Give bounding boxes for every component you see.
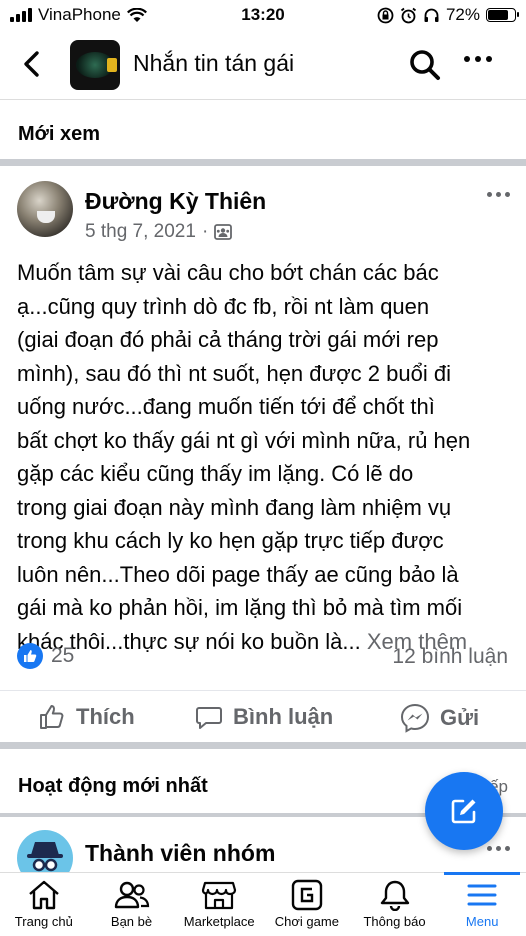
section-divider [0, 742, 526, 749]
send-label: Gửi [440, 705, 480, 730]
post-line: trong khu cách ly ko hẹn gặp trực tiếp đ… [17, 528, 444, 553]
nav-marketplace[interactable]: Marketplace [175, 873, 263, 936]
back-arrow-icon[interactable] [20, 50, 44, 78]
comment-button[interactable]: Bình luận [195, 703, 333, 731]
like-count: 25 [51, 644, 75, 667]
post-actions: Thích Bình luận Gửi [0, 690, 526, 742]
section-divider [0, 159, 526, 166]
messenger-icon [400, 703, 430, 733]
nav-menu[interactable]: Menu [438, 872, 526, 936]
post-line: gặp các kiểu cũng thấy im lặng. Có lẽ do [17, 461, 414, 486]
friends-icon [114, 881, 149, 909]
meta-separator: · [201, 221, 209, 242]
post-line: luôn nên...Theo dõi page thấy ae cũng bả… [17, 561, 459, 587]
section-label: Mới xem [18, 123, 101, 145]
nav-gaming[interactable]: Chơi game [263, 873, 351, 936]
battery-percent: 72% [445, 5, 480, 24]
nav-home[interactable]: Trang chủ [0, 873, 88, 936]
status-bar: VinaPhone 13:20 72% [0, 0, 526, 30]
comment-count[interactable]: 12 bình luận [392, 645, 508, 669]
edit-icon [451, 799, 476, 824]
search-icon[interactable] [408, 48, 442, 82]
like-reaction-icon [17, 643, 43, 669]
alarm-icon [400, 7, 417, 23]
marketplace-icon [202, 881, 237, 910]
comment-label: Bình luận [233, 704, 334, 729]
group-header: Nhắn tin tán gái [0, 30, 526, 100]
nav-friends[interactable]: Bạn bè [88, 873, 176, 936]
section-label: Hoạt động mới nhất [18, 775, 208, 797]
comment-icon [196, 707, 222, 729]
headphones-icon [424, 8, 439, 22]
group-title[interactable]: Nhắn tin tán gái [133, 50, 294, 77]
nav-friends-label: Bạn bè [110, 914, 153, 929]
post-options-icon[interactable] [487, 192, 510, 197]
more-options-icon[interactable] [464, 56, 492, 62]
post-line: ạ...cũng quy trình dò đc fb, rồi nt làm … [17, 293, 430, 319]
post-author[interactable]: Đường Kỳ Thiên [85, 188, 266, 215]
nav-notifications-label: Thông báo [363, 914, 426, 929]
bell-icon [380, 880, 409, 911]
post-date[interactable]: 5 thg 7, 2021 [85, 221, 196, 243]
group-members-label[interactable]: Thành viên nhóm [85, 840, 275, 867]
post-line: bất chợt ko thấy gái nt gì với mình nữa,… [17, 427, 471, 453]
bottom-nav: Trang chủ Bạn bè Marketplace Chơi game T… [0, 872, 526, 936]
post-line: (giai đoạn đó phải cả tháng trời gái mới… [17, 327, 439, 352]
nav-notifications[interactable]: Thông báo [351, 873, 439, 936]
nav-menu-label: Menu [465, 914, 499, 929]
menu-icon [467, 884, 497, 906]
compose-post-button[interactable] [425, 772, 503, 850]
post-line: trong giai đoạn này mình đang làm nhiệm … [17, 494, 452, 520]
author-avatar[interactable] [17, 181, 73, 237]
member-row-options-icon[interactable] [487, 846, 510, 851]
group-privacy-icon [214, 224, 233, 240]
rotation-lock-icon [377, 7, 394, 23]
nav-home-label: Trang chủ [14, 914, 73, 929]
post-line: uống nước...đang muốn tiến tới để chốt t… [17, 394, 435, 419]
recently-viewed-section: Mới xem [0, 101, 526, 159]
post-meta: 5 thg 7, 2021 · [85, 221, 233, 243]
post-line: gái mà ko phản hồi, im lặng thì bỏ mà tì… [17, 595, 463, 620]
post-line: Muốn tâm sự vài câu cho bớt chán các bác [17, 260, 439, 285]
gaming-icon [291, 879, 323, 911]
like-button[interactable]: Thích [38, 703, 135, 731]
nav-marketplace-label: Marketplace [183, 914, 255, 929]
post-body: Muốn tâm sự vài câu cho bớt chán các bác… [17, 256, 517, 658]
thumbs-up-icon [40, 705, 64, 729]
post-line: mình), sau đó thì nt suốt, hẹn được 2 bu… [17, 360, 451, 386]
reaction-summary[interactable]: 25 [17, 643, 74, 669]
send-button[interactable]: Gửi [400, 703, 479, 733]
nav-gaming-label: Chơi game [274, 914, 339, 929]
battery-icon [486, 8, 519, 22]
like-label: Thích [76, 704, 135, 729]
status-right: 72% [377, 5, 519, 25]
home-icon [29, 880, 59, 910]
group-avatar[interactable] [70, 40, 120, 90]
